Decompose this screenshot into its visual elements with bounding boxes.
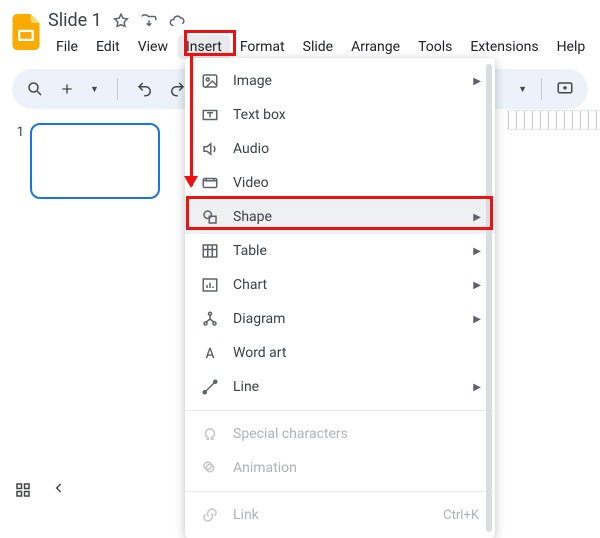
video-icon bbox=[201, 174, 219, 192]
menu-tools[interactable]: Tools bbox=[410, 35, 460, 59]
chart-icon bbox=[201, 276, 219, 294]
menu-shortcut: Ctrl+K bbox=[443, 508, 479, 523]
slide-thumbnail[interactable] bbox=[30, 123, 160, 199]
toolbar-separator bbox=[117, 78, 118, 100]
toolbar-separator bbox=[541, 78, 542, 100]
menubar: File Edit View Insert Format Slide Arran… bbox=[48, 35, 593, 59]
insert-menu-dropdown: Image ▶ Text box Audio Video Shape ▶ Tab… bbox=[185, 58, 495, 538]
menu-item-label: Video bbox=[233, 175, 269, 191]
menu-insert[interactable]: Insert bbox=[178, 35, 230, 59]
app-icon[interactable] bbox=[12, 8, 40, 56]
comment-add-icon[interactable] bbox=[556, 80, 574, 98]
menu-slide[interactable]: Slide bbox=[295, 35, 341, 59]
menu-view[interactable]: View bbox=[130, 35, 176, 59]
menu-item-animation: Animation bbox=[185, 451, 495, 485]
submenu-arrow-icon: ▶ bbox=[473, 246, 481, 257]
move-icon[interactable] bbox=[140, 12, 158, 30]
menu-item-label: Word art bbox=[233, 345, 286, 361]
menu-item-table[interactable]: Table ▶ bbox=[185, 234, 495, 268]
new-slide-icon[interactable] bbox=[58, 80, 76, 98]
grid-view-icon[interactable] bbox=[14, 481, 32, 499]
menu-item-label: Chart bbox=[233, 277, 267, 293]
undo-icon[interactable] bbox=[136, 80, 154, 98]
line-icon bbox=[201, 378, 219, 396]
submenu-arrow-icon: ▶ bbox=[473, 382, 481, 393]
toolbar-more-icon[interactable]: ▼ bbox=[518, 84, 527, 95]
search-icon[interactable] bbox=[26, 80, 44, 98]
menu-item-audio[interactable]: Audio bbox=[185, 132, 495, 166]
menu-extensions[interactable]: Extensions bbox=[462, 35, 546, 59]
menu-item-label: Shape bbox=[233, 209, 272, 225]
menu-divider bbox=[185, 410, 495, 411]
submenu-arrow-icon: ▶ bbox=[473, 314, 481, 325]
menu-item-label: Special characters bbox=[233, 426, 348, 442]
menu-item-textbox[interactable]: Text box bbox=[185, 98, 495, 132]
document-title[interactable]: Slide 1 bbox=[48, 10, 102, 31]
new-slide-dropdown-icon[interactable]: ▼ bbox=[90, 84, 99, 95]
menu-item-label: Diagram bbox=[233, 311, 285, 327]
menu-item-video[interactable]: Video bbox=[185, 166, 495, 200]
menu-item-link: Link Ctrl+K bbox=[185, 498, 495, 532]
table-icon bbox=[201, 242, 219, 260]
menu-item-label: Link bbox=[233, 507, 259, 523]
submenu-arrow-icon: ▶ bbox=[473, 76, 481, 87]
menu-item-shape[interactable]: Shape ▶ bbox=[185, 200, 495, 234]
image-icon bbox=[201, 72, 219, 90]
link-icon bbox=[201, 506, 219, 524]
redo-icon[interactable] bbox=[168, 80, 186, 98]
menu-item-label: Table bbox=[233, 243, 267, 259]
diagram-icon bbox=[201, 310, 219, 328]
menu-arrange[interactable]: Arrange bbox=[343, 35, 408, 59]
textbox-icon bbox=[201, 106, 219, 124]
audio-icon bbox=[201, 140, 219, 158]
menu-format[interactable]: Format bbox=[232, 35, 293, 59]
wordart-icon bbox=[201, 344, 219, 362]
menu-item-line[interactable]: Line ▶ bbox=[185, 370, 495, 404]
menu-item-image[interactable]: Image ▶ bbox=[185, 64, 495, 98]
menu-item-label: Image bbox=[233, 73, 272, 89]
menu-edit[interactable]: Edit bbox=[88, 35, 128, 59]
menu-help[interactable]: Help bbox=[549, 35, 594, 59]
submenu-arrow-icon: ▶ bbox=[473, 212, 481, 223]
menu-item-label: Line bbox=[233, 379, 259, 395]
slide-number: 1 bbox=[14, 123, 24, 140]
menu-item-diagram[interactable]: Diagram ▶ bbox=[185, 302, 495, 336]
menu-item-special-characters: Special characters bbox=[185, 417, 495, 451]
menu-item-label: Animation bbox=[233, 460, 297, 476]
menu-scrollbar[interactable] bbox=[486, 64, 492, 532]
menu-divider bbox=[185, 491, 495, 492]
animation-icon bbox=[201, 459, 219, 477]
shape-icon bbox=[201, 208, 219, 226]
star-icon[interactable] bbox=[112, 12, 130, 30]
submenu-arrow-icon: ▶ bbox=[473, 280, 481, 291]
menu-item-label: Audio bbox=[233, 141, 269, 157]
collapse-icon[interactable] bbox=[52, 481, 70, 499]
cloud-status-icon[interactable] bbox=[168, 12, 186, 30]
menu-file[interactable]: File bbox=[48, 35, 86, 59]
menu-item-label: Text box bbox=[233, 107, 286, 123]
menu-item-chart[interactable]: Chart ▶ bbox=[185, 268, 495, 302]
menu-item-wordart[interactable]: Word art bbox=[185, 336, 495, 370]
omega-icon bbox=[201, 425, 219, 443]
